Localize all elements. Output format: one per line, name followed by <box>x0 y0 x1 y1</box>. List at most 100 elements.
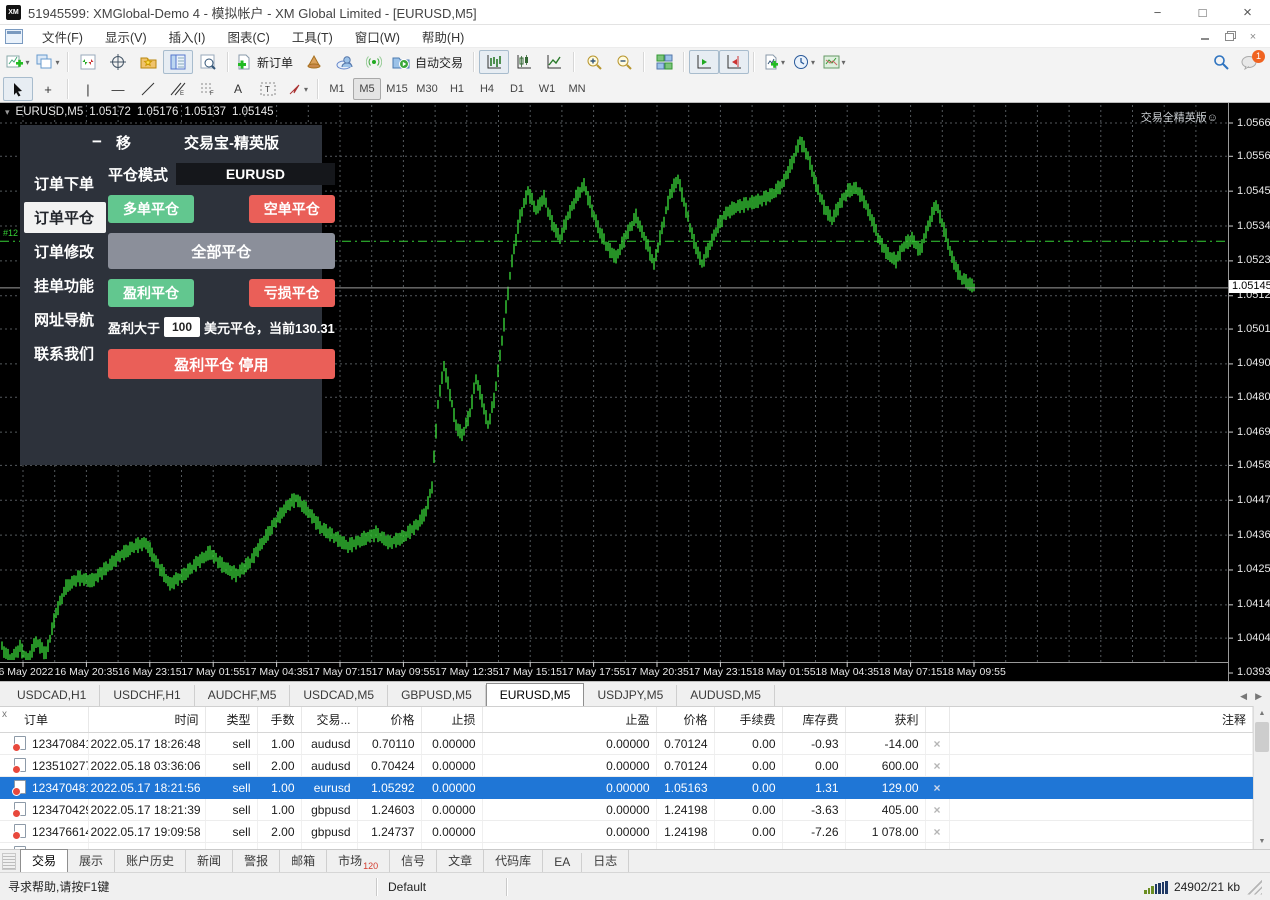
orders-column-header[interactable]: 时间 <box>88 707 205 733</box>
scroll-up-icon[interactable]: ▲ <box>1254 706 1270 721</box>
tab-scroll-left-icon[interactable]: ◀ <box>1240 691 1247 702</box>
orders-column-header[interactable] <box>925 707 949 733</box>
timeframe-button[interactable]: D1 <box>503 78 531 100</box>
orders-column-header[interactable]: 价格 <box>656 707 714 733</box>
panel-menu-item[interactable]: 订单修改 <box>24 236 106 267</box>
timeframe-button[interactable]: W1 <box>533 78 561 100</box>
menu-item[interactable]: 工具(T) <box>281 25 344 48</box>
child-restore-button[interactable] <box>1222 30 1236 42</box>
terminal-tab[interactable]: 邮箱 <box>280 850 327 872</box>
order-row[interactable]: 1234704292022.05.17 18:21:39sell1.00gbpu… <box>0 799 1253 821</box>
terminal-tab[interactable]: 交易 <box>20 849 68 872</box>
profit-threshold-input[interactable] <box>164 317 200 337</box>
orders-column-header[interactable]: 止盈 <box>482 707 656 733</box>
data-window-button[interactable] <box>193 50 223 74</box>
child-close-button[interactable]: × <box>1246 30 1260 42</box>
market-watch-toggle[interactable] <box>163 50 193 74</box>
orders-column-header[interactable]: 交易... <box>301 707 357 733</box>
order-row[interactable]: 1234766142022.05.17 19:09:58sell2.00gbpu… <box>0 821 1253 843</box>
symbol-select[interactable]: EURUSD <box>176 163 335 185</box>
time-axis[interactable]: 16 May 202216 May 20:3516 May 23:1517 Ma… <box>0 664 1228 681</box>
profiles-button[interactable]: ▾ <box>33 50 63 74</box>
chart-tab[interactable]: EURUSD,M5 <box>486 683 585 706</box>
close-profit-button[interactable]: 盈利平仓 <box>108 279 194 307</box>
orders-column-header[interactable]: 价格 <box>357 707 421 733</box>
order-row[interactable]: 1235102772022.05.18 03:36:06sell2.00audu… <box>0 755 1253 777</box>
line-chart-mode-button[interactable] <box>539 50 569 74</box>
terminal-tab[interactable]: 信号 <box>390 850 437 872</box>
vertical-line-tool[interactable]: | <box>73 77 103 101</box>
arrows-tool[interactable]: ▾ <box>283 77 313 101</box>
orders-header-row[interactable]: 订单时间类型手数交易...价格止损止盈价格手续费库存费获利注释 <box>0 707 1253 733</box>
panel-menu-item[interactable]: 挂单功能 <box>24 270 106 301</box>
text-label-tool[interactable]: T <box>253 77 283 101</box>
timeframe-button[interactable]: M15 <box>383 78 411 100</box>
menu-item[interactable]: 插入(I) <box>158 25 217 48</box>
chart-tab[interactable]: USDCAD,M5 <box>290 685 388 706</box>
order-row[interactable]: 1234708412022.05.17 18:26:48sell1.00audu… <box>0 733 1253 755</box>
panel-menu-item[interactable]: 订单平仓 <box>24 202 106 233</box>
terminal-tab[interactable]: 新闻 <box>186 850 233 872</box>
text-tool[interactable]: A <box>223 77 253 101</box>
timeframe-button[interactable]: M5 <box>353 78 381 100</box>
chart-tab[interactable]: USDCHF,H1 <box>100 685 194 706</box>
terminal-tab[interactable]: EA <box>543 853 582 872</box>
close-loss-button[interactable]: 亏损平仓 <box>249 279 335 307</box>
channel-tool[interactable]: E <box>163 77 193 101</box>
close-long-button[interactable]: 多单平仓 <box>108 195 194 223</box>
menu-item[interactable]: 文件(F) <box>31 25 94 48</box>
panel-menu-item[interactable]: 网址导航 <box>24 304 106 335</box>
zoom-out-button[interactable] <box>609 50 639 74</box>
timeframe-button[interactable]: MN <box>563 78 591 100</box>
crosshair-button[interactable] <box>103 50 133 74</box>
terminal-close-icon[interactable]: x <box>2 709 7 720</box>
profit-close-toggle-button[interactable]: 盈利平仓 停用 <box>108 349 335 379</box>
chart-tab[interactable]: USDJPY,M5 <box>584 685 677 706</box>
menu-item[interactable]: 帮助(H) <box>411 25 475 48</box>
terminal-tab[interactable]: 警报 <box>233 850 280 872</box>
trendline-tool[interactable] <box>133 77 163 101</box>
scrollbar-thumb[interactable] <box>1255 722 1269 752</box>
horizontal-line-tool[interactable]: — <box>103 77 133 101</box>
indicators-button[interactable]: ▾ <box>759 50 789 74</box>
autotrading-button[interactable]: 自动交易 <box>389 50 469 74</box>
orders-column-header[interactable]: 手数 <box>257 707 301 733</box>
chart-shift-toggle[interactable] <box>719 50 749 74</box>
templates-button[interactable]: ▾ <box>819 50 849 74</box>
chart-tab[interactable]: GBPUSD,M5 <box>388 685 486 706</box>
search-icon[interactable] <box>1213 54 1229 70</box>
panel-menu-item[interactable]: 联系我们 <box>24 338 106 369</box>
timeframe-button[interactable]: M30 <box>413 78 441 100</box>
terminal-tab[interactable]: 展示 <box>68 850 115 872</box>
orders-column-header[interactable]: 获利 <box>845 707 925 733</box>
close-button[interactable]: × <box>1225 0 1270 24</box>
chart-tab[interactable]: AUDCHF,M5 <box>195 685 291 706</box>
chart-tab[interactable]: AUDUSD,M5 <box>677 685 775 706</box>
resize-grip[interactable] <box>1246 879 1262 895</box>
terminal-tab[interactable]: 代码库 <box>484 850 543 872</box>
status-template-name[interactable]: Default <box>378 880 506 894</box>
orders-column-header[interactable]: 止损 <box>421 707 482 733</box>
tab-scroll-right-icon[interactable]: ▶ <box>1255 691 1262 702</box>
terminal-scrollbar[interactable]: ▲ ▼ <box>1253 706 1270 849</box>
new-chart-button[interactable]: ▾ <box>3 50 33 74</box>
periods-button[interactable]: ▾ <box>789 50 819 74</box>
close-all-button[interactable]: 全部平仓 <box>108 233 335 269</box>
chart-canvas[interactable]: ▾ EURUSD,M5 1.05172 1.05176 1.05137 1.05… <box>0 103 1270 681</box>
terminal-tab[interactable]: 账户历史 <box>115 850 186 872</box>
signals-button[interactable] <box>359 50 389 74</box>
scroll-down-icon[interactable]: ▼ <box>1254 834 1270 849</box>
timeframe-button[interactable]: H4 <box>473 78 501 100</box>
close-order-icon[interactable]: × <box>925 799 949 821</box>
menu-item[interactable]: 显示(V) <box>94 25 158 48</box>
menu-item[interactable]: 窗口(W) <box>344 25 411 48</box>
tile-windows-button[interactable] <box>649 50 679 74</box>
orders-column-header[interactable]: 订单 <box>0 707 88 733</box>
tick-chart-button[interactable] <box>73 50 103 74</box>
auto-scroll-toggle[interactable] <box>689 50 719 74</box>
cursor-tool[interactable] <box>3 77 33 101</box>
fibonacci-tool[interactable]: F <box>193 77 223 101</box>
orders-column-header[interactable]: 库存费 <box>782 707 845 733</box>
close-order-icon[interactable]: × <box>925 777 949 799</box>
expert-advisor-icon-button[interactable] <box>299 50 329 74</box>
